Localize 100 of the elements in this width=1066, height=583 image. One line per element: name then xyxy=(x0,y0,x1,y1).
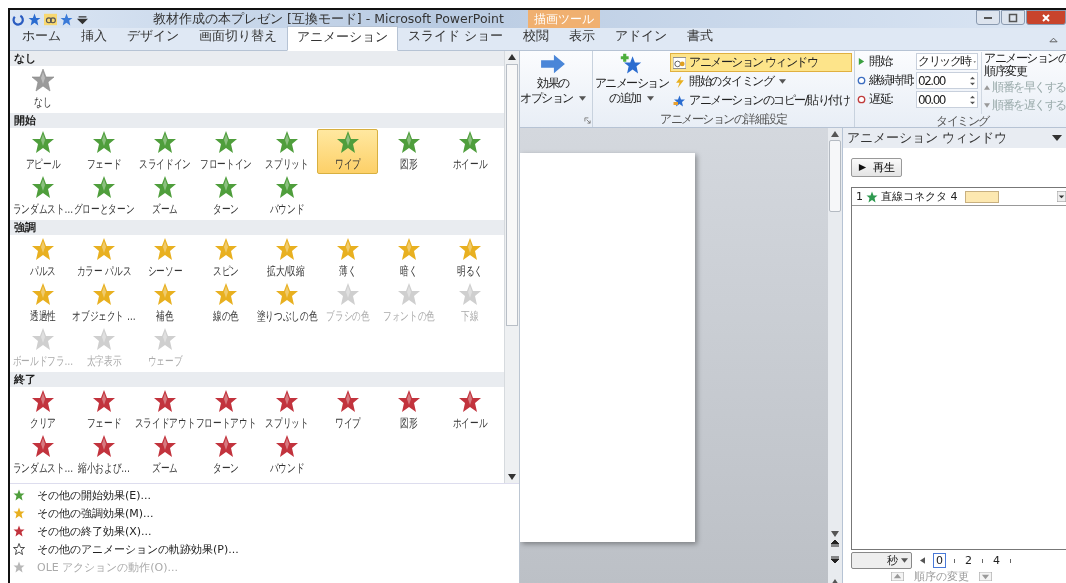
animation-effect[interactable]: ターン xyxy=(195,174,256,219)
scroll-up-icon[interactable] xyxy=(508,54,516,60)
gallery-scrollbar[interactable] xyxy=(504,51,519,483)
animation-effect[interactable]: カラー パルス xyxy=(73,236,134,281)
animation-effect[interactable]: スプリット xyxy=(256,129,317,174)
effect-options-button[interactable]: 効果の オプション xyxy=(520,52,586,107)
animation-effect[interactable]: 拡大/収縮 xyxy=(256,236,317,281)
animation-effect[interactable]: フロートイン xyxy=(195,129,256,174)
menu-item[interactable]: その他の終了効果(X)... xyxy=(10,522,519,540)
menu-item[interactable]: その他の強調効果(M)... xyxy=(10,504,519,522)
animation-effect[interactable]: バウンド xyxy=(256,174,317,219)
previous-slide-icon[interactable] xyxy=(831,540,839,550)
close-button[interactable] xyxy=(1026,10,1066,25)
animation-effect[interactable]: ズーム xyxy=(134,174,195,219)
animation-effect[interactable]: グローとターン xyxy=(73,174,134,219)
animation-effect[interactable]: ホイール xyxy=(439,129,500,174)
animation-effect[interactable]: 薄く xyxy=(317,236,378,281)
caret-icon xyxy=(646,96,654,101)
animation-effect[interactable]: パルス xyxy=(12,236,73,281)
minimize-ribbon-icon[interactable] xyxy=(1049,36,1058,44)
menu-item[interactable]: その他の開始効果(E)... xyxy=(10,486,519,504)
animation-effect[interactable]: ターン xyxy=(195,433,256,478)
scroll-up-icon[interactable] xyxy=(831,131,839,137)
animation-effect[interactable]: ホイール xyxy=(439,388,500,433)
animation-effect[interactable]: 縮小および… xyxy=(73,433,134,478)
vertical-scrollbar[interactable] xyxy=(828,128,842,583)
animation-effect[interactable]: 明るく xyxy=(439,236,500,281)
animation-effect[interactable]: オブジェクト … xyxy=(73,281,134,326)
maximize-button[interactable] xyxy=(1001,10,1025,25)
animation-effect[interactable]: スプリット xyxy=(256,388,317,433)
animation-effect[interactable]: フェード xyxy=(73,388,134,433)
ribbon-tab[interactable]: スライド ショー xyxy=(398,25,513,50)
down-triangle-icon xyxy=(984,103,991,108)
animation-effect[interactable]: 線の色 xyxy=(195,281,256,326)
animation-effect[interactable]: ランダムスト… xyxy=(12,433,73,478)
animation-effect[interactable]: 図形 xyxy=(378,388,439,433)
menu-item[interactable]: その他のアニメーションの軌跡効果(P)... xyxy=(10,540,519,558)
star-icon xyxy=(213,237,238,261)
ribbon-tab[interactable]: アニメーション xyxy=(287,26,398,51)
ribbon-tab[interactable]: アドイン xyxy=(605,25,677,50)
animation-effect[interactable]: なし xyxy=(12,67,73,112)
animation-effect[interactable]: フロートアウト xyxy=(195,388,256,433)
pane-menu-caret-icon[interactable] xyxy=(1052,135,1062,141)
animation-effect[interactable]: アピール xyxy=(12,129,73,174)
ribbon-tab[interactable]: 書式 xyxy=(677,25,723,50)
time-spinner[interactable]: 02.00 xyxy=(916,72,979,89)
play-button[interactable]: 再生 xyxy=(851,158,902,177)
scroll-down-icon[interactable] xyxy=(508,474,516,480)
animation-pane-icon[interactable] xyxy=(44,12,57,26)
ribbon-button[interactable]: アニメーション ウィンドウ xyxy=(670,53,853,72)
move-down-icon[interactable] xyxy=(979,571,992,581)
star-icon xyxy=(30,130,55,154)
dropdown-caret-icon[interactable] xyxy=(1057,191,1066,202)
animation-effect[interactable]: 図形 xyxy=(378,129,439,174)
scroll-thumb[interactable] xyxy=(506,64,518,326)
animation-item-name[interactable]: 直線コネクタ 4 xyxy=(881,189,958,204)
star-icon xyxy=(335,130,360,154)
animation-effect[interactable]: フェード xyxy=(73,129,134,174)
star-icon xyxy=(91,389,116,413)
ribbon-tab[interactable]: ホーム xyxy=(12,25,71,50)
undo-icon[interactable] xyxy=(12,12,25,26)
caret-icon xyxy=(578,96,586,101)
animation-effect[interactable]: ランダムスト… xyxy=(12,174,73,219)
star-icon[interactable] xyxy=(28,12,41,26)
minimize-button[interactable] xyxy=(976,10,1000,25)
animation-effect[interactable]: 補色 xyxy=(134,281,195,326)
close-icon xyxy=(1041,12,1051,23)
start-dropdown[interactable]: クリック時 xyxy=(916,53,979,70)
animation-effect[interactable]: スライドアウト xyxy=(134,388,195,433)
scroll-left-icon[interactable] xyxy=(920,557,925,564)
animation-effect[interactable]: シーソー xyxy=(134,236,195,281)
animation-effect[interactable]: ズーム xyxy=(134,433,195,478)
animation-effect[interactable]: 暗く xyxy=(378,236,439,281)
star-icon xyxy=(30,434,55,458)
time-spinner[interactable]: 00.00 xyxy=(916,91,979,108)
animation-effect[interactable]: 透過性 xyxy=(12,281,73,326)
animation-effect[interactable]: バウンド xyxy=(256,433,317,478)
animation-effect[interactable]: ワイプ xyxy=(317,129,378,174)
star-icon xyxy=(91,434,116,458)
time-unit-dropdown[interactable]: 秒 xyxy=(851,552,912,569)
ribbon-button[interactable]: アニメーションのコピー/貼り付け xyxy=(670,91,853,110)
ribbon-button[interactable]: 開始のタイミング xyxy=(670,72,853,91)
animation-effect[interactable]: スピン xyxy=(195,236,256,281)
animation-effect[interactable]: ワイプ xyxy=(317,388,378,433)
animation-effect[interactable]: 塗りつぶしの色 xyxy=(256,281,317,326)
animation-effect[interactable]: クリア xyxy=(12,388,73,433)
dialog-launcher-icon[interactable] xyxy=(583,117,591,124)
star-icon[interactable] xyxy=(60,12,73,26)
add-animation-button[interactable]: アニメーション の追加 xyxy=(594,52,668,110)
star-icon xyxy=(91,175,116,199)
scroll-thumb[interactable] xyxy=(829,140,841,212)
animation-effect[interactable]: スライドイン xyxy=(134,129,195,174)
ribbon-tab[interactable]: 挿入 xyxy=(71,25,117,50)
maximize-icon xyxy=(1008,12,1018,23)
section-header: 終了 xyxy=(10,372,504,387)
ribbon-tab[interactable]: 画面切り替え xyxy=(189,25,287,50)
scroll-down-icon[interactable] xyxy=(831,531,839,537)
move-up-icon[interactable] xyxy=(891,571,904,581)
ribbon-tab[interactable]: デザイン xyxy=(117,25,189,50)
next-slide-icon[interactable] xyxy=(831,553,839,563)
